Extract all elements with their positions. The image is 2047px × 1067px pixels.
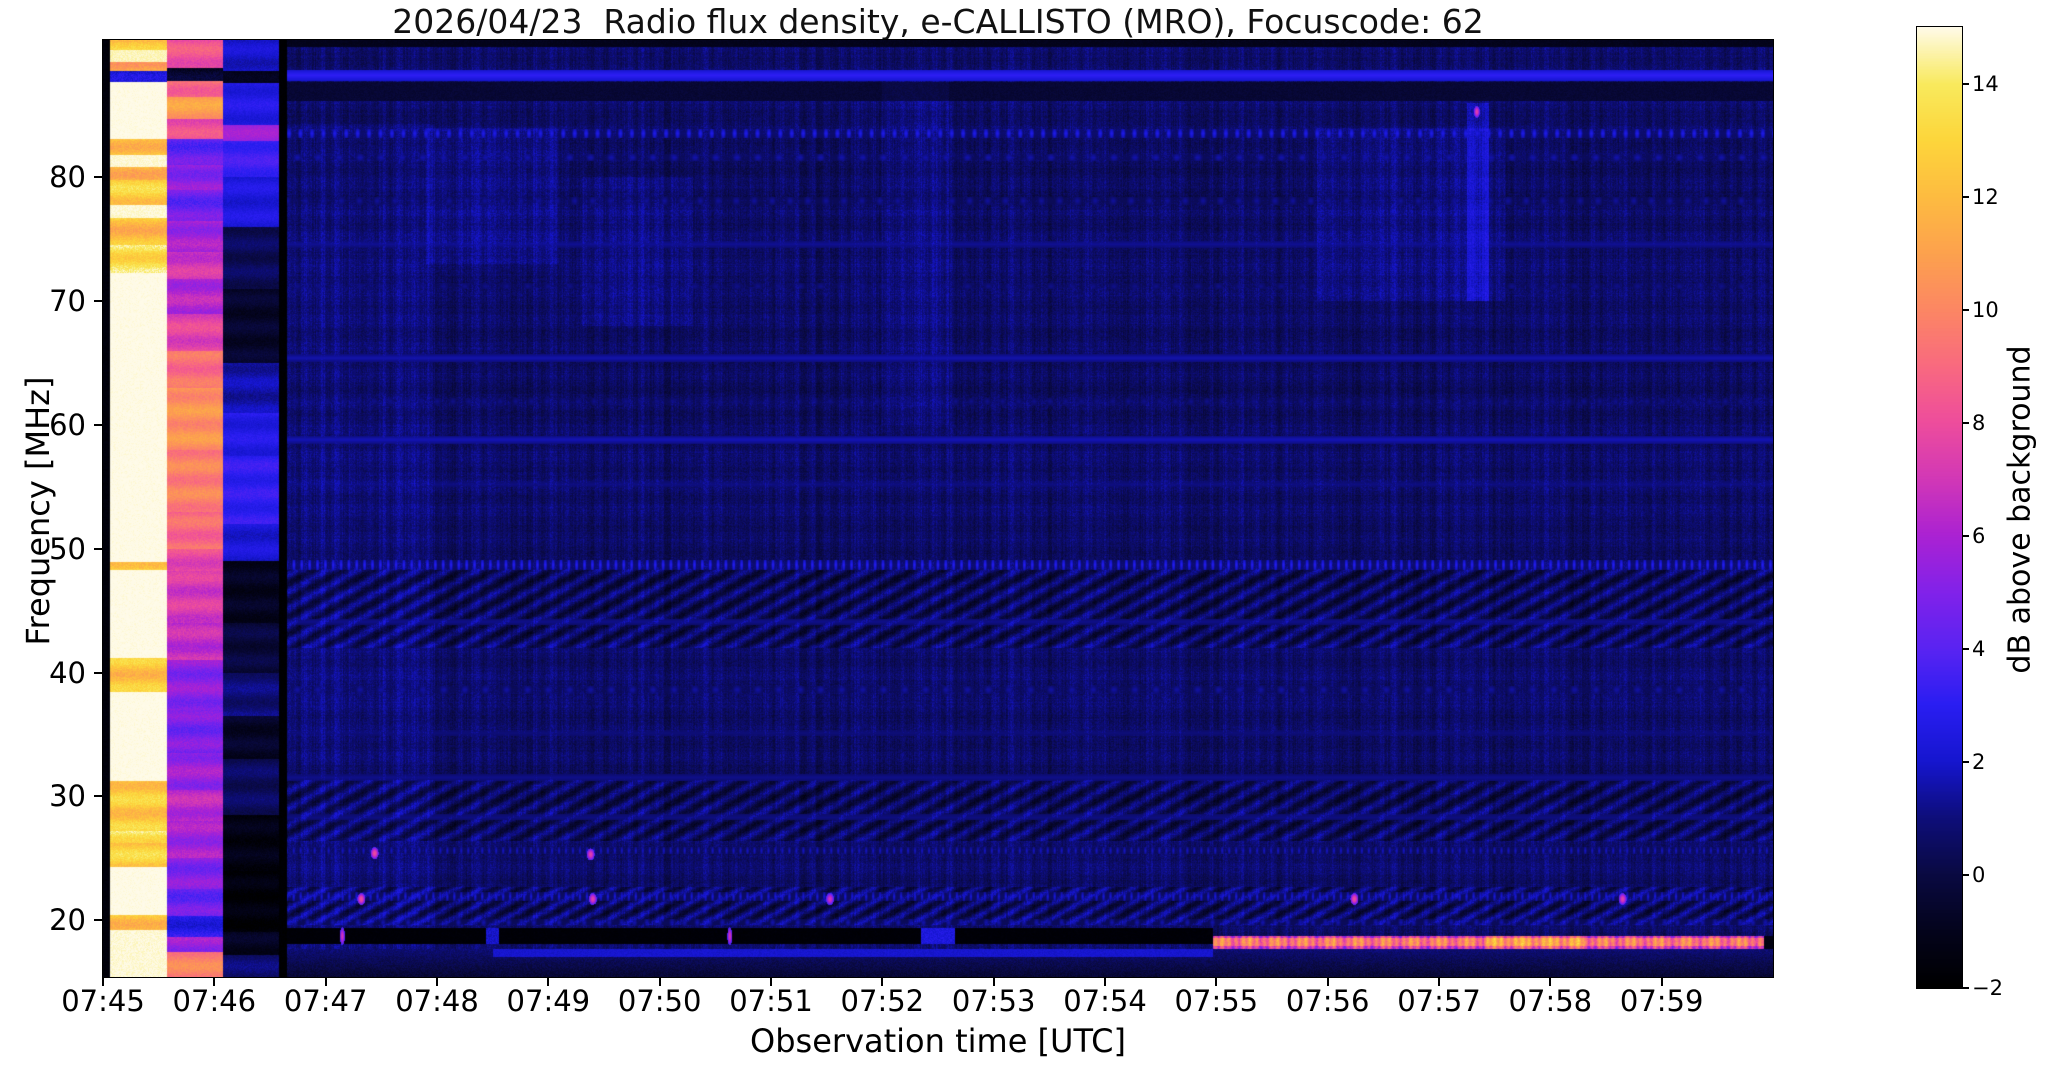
y-tickmark	[94, 795, 103, 798]
y-tick-label: 50	[49, 531, 86, 566]
spectrogram-plot-area	[101, 38, 1774, 978]
colorbar-tick-label: 4	[1972, 636, 1986, 661]
y-tickmark	[94, 176, 103, 179]
colorbar-tickmark	[1962, 647, 1969, 650]
spectrogram-heatmap-canvas	[102, 39, 1773, 977]
y-tick-label: 40	[49, 655, 86, 690]
x-tick-label: 07:50	[617, 984, 702, 1018]
x-tick-label: 07:56	[1285, 984, 1370, 1018]
chart-title: 2026/04/23 Radio flux density, e-CALLIST…	[392, 2, 1484, 41]
colorbar-tick-label: 6	[1972, 523, 1986, 548]
x-tick-label: 07:47	[283, 984, 368, 1018]
colorbar-tick-label: 14	[1972, 71, 1999, 96]
colorbar-tick-label: 12	[1972, 184, 1999, 209]
colorbar-tick-label: 10	[1972, 297, 1999, 322]
x-tick-label: 07:51	[729, 984, 813, 1018]
colorbar-tickmark	[1962, 308, 1969, 311]
y-tick-label: 70	[49, 284, 86, 319]
y-tickmark	[94, 300, 103, 303]
x-tick-label: 07:49	[506, 984, 591, 1018]
y-tickmark	[94, 423, 103, 426]
y-tick-label: 20	[49, 903, 86, 938]
x-tick-label: 07:59	[1619, 984, 1704, 1018]
x-axis-label: Observation time [UTC]	[750, 1022, 1126, 1060]
colorbar-tickmark	[1962, 421, 1969, 424]
x-tick-label: 07:48	[395, 984, 479, 1018]
colorbar-tick-label: 2	[1972, 749, 1986, 774]
colorbar-tickmark	[1962, 82, 1969, 85]
colorbar-tickmark	[1962, 873, 1969, 876]
x-tick-label: 07:53	[951, 984, 1036, 1018]
colorbar-tickmark	[1962, 534, 1969, 537]
colorbar-tick-label: 8	[1972, 410, 1986, 435]
colorbar-tick-label: −2	[1972, 976, 2003, 1000]
x-tick-label: 07:45	[61, 984, 145, 1018]
y-tick-label: 80	[49, 160, 86, 195]
colorbar-label: dB above background	[2002, 345, 2038, 674]
x-tick-label: 07:55	[1174, 984, 1259, 1018]
colorbar-tickmark	[1962, 987, 1969, 989]
x-tick-label: 07:58	[1508, 984, 1593, 1018]
x-tick-label: 07:52	[840, 984, 925, 1018]
colorbar-tick-label: 0	[1972, 862, 1986, 887]
y-tick-label: 30	[49, 779, 86, 814]
colorbar	[1915, 25, 1963, 989]
y-tickmark	[94, 547, 103, 550]
y-tick-label: 60	[49, 407, 86, 442]
y-tickmark	[94, 919, 103, 922]
x-tick-label: 07:54	[1063, 984, 1147, 1018]
colorbar-gradient-canvas	[1916, 26, 1962, 988]
x-tick-label: 07:57	[1397, 984, 1481, 1018]
y-tickmark	[94, 671, 103, 674]
colorbar-tickmark	[1962, 195, 1969, 198]
x-tick-label: 07:46	[172, 984, 257, 1018]
colorbar-tickmark	[1962, 760, 1969, 763]
